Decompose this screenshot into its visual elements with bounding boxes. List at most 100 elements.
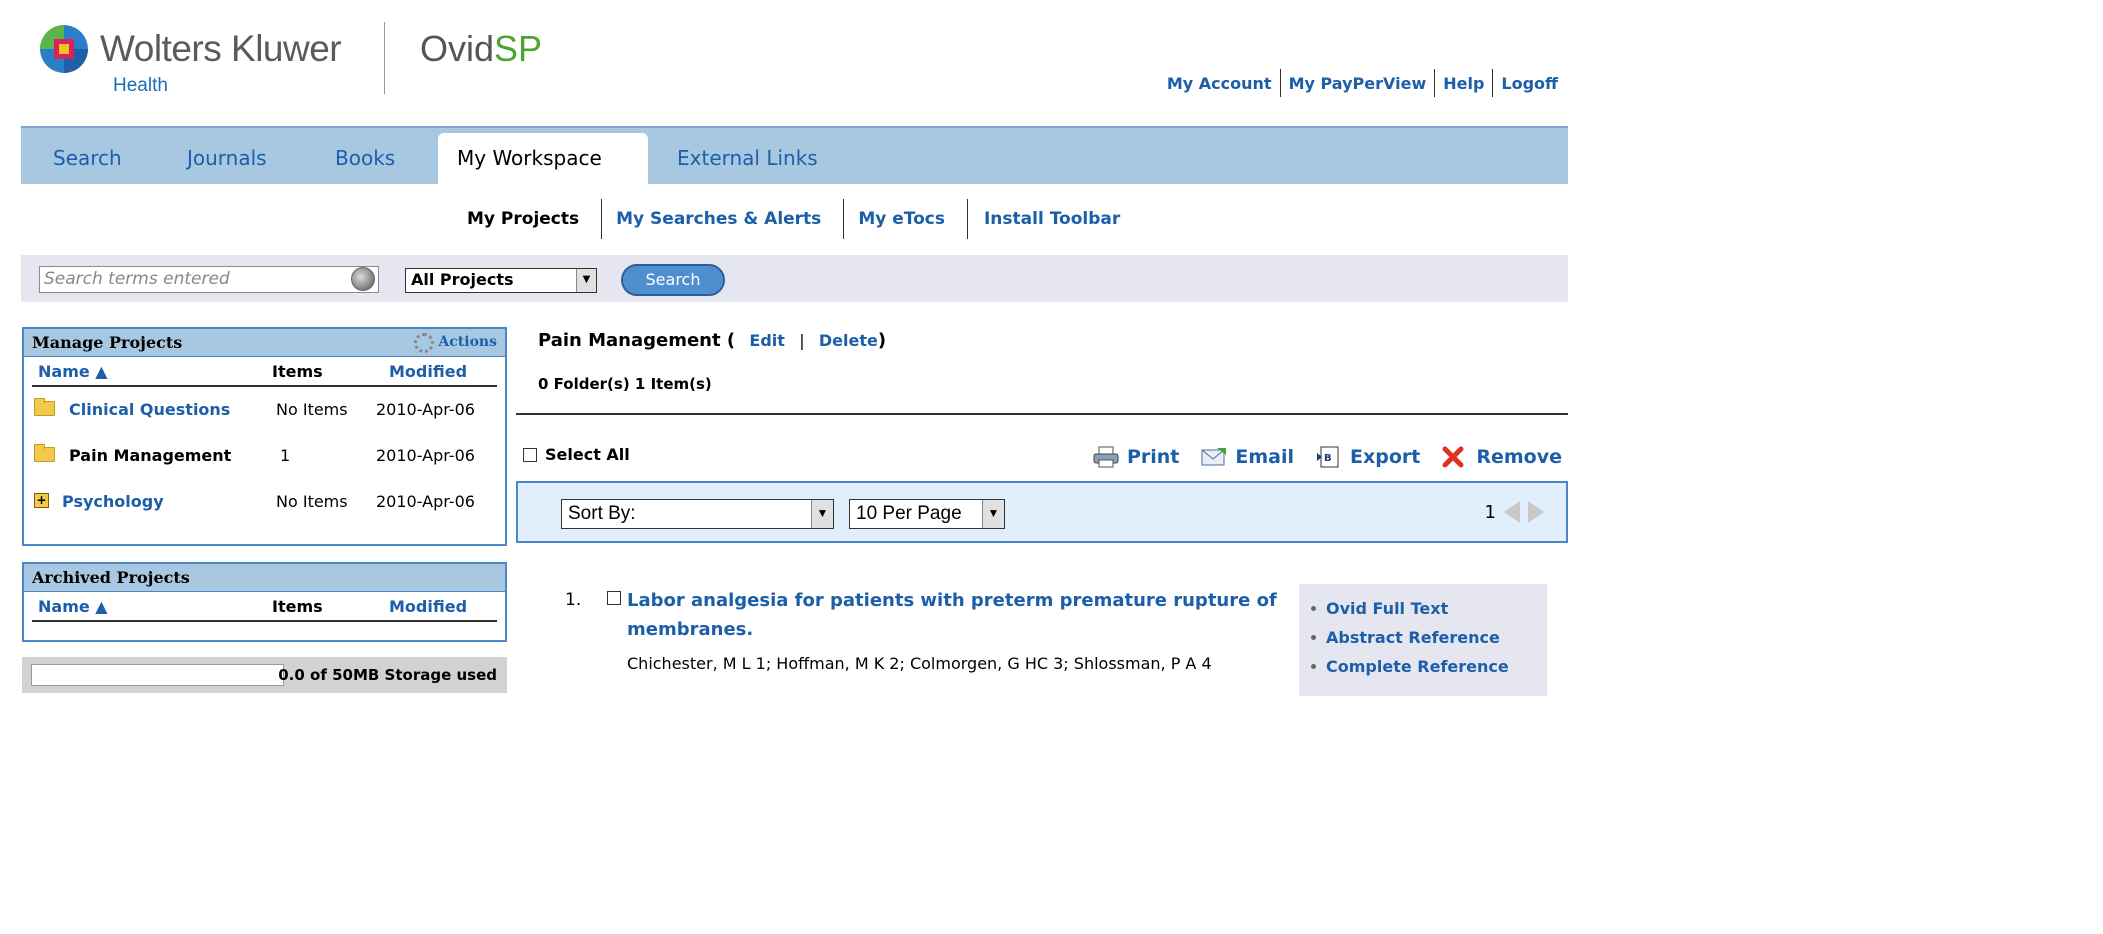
bullet-icon: [1311, 664, 1316, 669]
project-name-link[interactable]: Psychology: [62, 492, 164, 511]
project-summary: 0 Folder(s) 1 Item(s): [538, 375, 712, 393]
subnav-my-etocs[interactable]: My eTocs: [844, 209, 967, 229]
export-label: Export: [1350, 446, 1421, 468]
actions-menu[interactable]: Actions: [414, 329, 497, 356]
link-label: Complete Reference: [1326, 657, 1509, 676]
items-column-header: Items: [272, 597, 323, 616]
subnav-my-searches-alerts[interactable]: My Searches & Alerts: [602, 209, 843, 229]
result-number: 1.: [565, 590, 582, 610]
storage-text: 0.0 of 50MB Storage used: [278, 666, 497, 684]
tab-my-workspace[interactable]: My Workspace: [438, 133, 648, 186]
current-page: 1: [1484, 501, 1496, 523]
project-row[interactable]: + Psychology No Items 2010-Apr-06: [24, 479, 505, 525]
bullet-icon: [1311, 635, 1316, 640]
previous-page-icon[interactable]: [1504, 501, 1520, 523]
tab-books[interactable]: Books: [335, 146, 395, 170]
project-name-link[interactable]: Clinical Questions: [69, 400, 230, 419]
select-all-label: Select All: [545, 445, 630, 464]
tab-external-links[interactable]: External Links: [677, 146, 818, 170]
folder-icon: [34, 398, 55, 416]
sort-by-name-header[interactable]: Name ▲: [38, 597, 108, 616]
project-heading: Pain Management ( Edit | Delete): [538, 330, 886, 351]
chevron-down-icon: ▼: [982, 500, 1004, 528]
email-label: Email: [1235, 446, 1295, 468]
manage-projects-header: Manage Projects Actions: [24, 329, 505, 357]
per-page-value: 10 Per Page: [856, 503, 962, 524]
print-label: Print: [1126, 446, 1180, 468]
result-links-box: Ovid Full Text Abstract Reference Comple…: [1299, 584, 1547, 696]
pagination: 1: [1485, 501, 1544, 523]
result-actions-toolbar: Print Email B Export Remove: [1077, 446, 1562, 468]
project-row[interactable]: Pain Management 1 2010-Apr-06: [24, 433, 505, 479]
email-icon: [1201, 446, 1227, 468]
project-modified: 2010-Apr-06: [376, 446, 475, 465]
result-title-link[interactable]: Labor analgesia for patients with preter…: [627, 586, 1287, 644]
project-scope-value: All Projects: [411, 270, 514, 289]
project-row[interactable]: Clinical Questions No Items 2010-Apr-06: [24, 387, 505, 433]
complete-reference-link[interactable]: Complete Reference: [1311, 652, 1547, 681]
sort-bar: Sort By: ▼ 10 Per Page ▼ 1: [516, 481, 1568, 543]
project-modified: 2010-Apr-06: [376, 492, 475, 511]
subnav-install-toolbar[interactable]: Install Toolbar: [968, 209, 1120, 229]
expand-icon[interactable]: +: [34, 493, 49, 508]
my-payperview-link[interactable]: My PayPerView: [1281, 74, 1435, 93]
printer-icon: [1093, 446, 1119, 468]
remove-button[interactable]: Remove: [1442, 446, 1562, 468]
account-links: My Account My PayPerView Help Logoff: [1159, 69, 1558, 97]
delete-project-link[interactable]: Delete: [819, 331, 878, 350]
svg-text:B: B: [1324, 453, 1332, 464]
print-button[interactable]: Print: [1093, 446, 1179, 468]
paren: ): [877, 330, 887, 351]
project-name-link[interactable]: Pain Management: [69, 446, 231, 465]
sort-by-name-header[interactable]: Name ▲: [38, 362, 108, 381]
archived-projects-header: Archived Projects: [24, 564, 505, 592]
storage-progress-bar: [31, 664, 284, 686]
header-divider: [384, 22, 385, 94]
next-page-icon[interactable]: [1528, 501, 1544, 523]
project-items: No Items: [276, 400, 348, 419]
items-column-header: Items: [272, 362, 323, 381]
per-page-select[interactable]: 10 Per Page ▼: [849, 499, 1005, 529]
project-scope-select[interactable]: All Projects ▼: [405, 268, 597, 293]
help-link[interactable]: Help: [1435, 74, 1492, 93]
brand-suffix: SP: [494, 28, 543, 69]
project-modified: 2010-Apr-06: [376, 400, 475, 419]
project-items: 1: [280, 446, 291, 465]
select-all-checkbox[interactable]: [523, 448, 537, 462]
result-authors: Chichester, M L 1; Hoffman, M K 2; Colmo…: [627, 654, 1212, 673]
export-button[interactable]: B Export: [1316, 446, 1420, 468]
sort-by-select[interactable]: Sort By: ▼: [561, 499, 834, 529]
main-nav: Search Journals Books My Workspace Exter…: [21, 126, 1568, 186]
search-icon[interactable]: [351, 267, 375, 291]
abstract-reference-link[interactable]: Abstract Reference: [1311, 623, 1547, 652]
chevron-down-icon: ▼: [811, 500, 833, 528]
archived-projects-panel: Archived Projects Name ▲ Items Modified: [22, 562, 507, 642]
edit-project-link[interactable]: Edit: [749, 331, 785, 350]
logo-subtitle: Health: [113, 75, 168, 96]
ovid-full-text-link[interactable]: Ovid Full Text: [1311, 594, 1547, 623]
tab-search[interactable]: Search: [53, 146, 122, 170]
brand-prefix: Ovid: [420, 28, 495, 69]
logo-text: Wolters Kluwer: [100, 28, 342, 69]
separator: |: [799, 331, 805, 350]
search-button[interactable]: Search: [621, 264, 725, 296]
archived-projects-title: Archived Projects: [32, 568, 190, 587]
sort-by-modified-header[interactable]: Modified: [389, 597, 467, 616]
my-account-link[interactable]: My Account: [1159, 74, 1280, 93]
result-checkbox[interactable]: [607, 591, 621, 605]
search-input[interactable]: Search terms entered: [39, 266, 379, 293]
manage-projects-title: Manage Projects: [32, 333, 183, 352]
email-button[interactable]: Email: [1201, 446, 1294, 468]
manage-projects-columns: Name ▲ Items Modified: [32, 357, 497, 387]
gear-icon: [414, 332, 435, 353]
divider: [516, 413, 1568, 415]
subnav-my-projects[interactable]: My Projects: [467, 209, 601, 229]
bullet-icon: [1311, 606, 1316, 611]
sort-by-value: Sort By:: [568, 503, 636, 524]
tab-journals[interactable]: Journals: [187, 146, 267, 170]
manage-projects-panel: Manage Projects Actions Name ▲ Items Mod…: [22, 327, 507, 546]
search-bar: Search terms entered All Projects ▼ Sear…: [21, 255, 1568, 302]
sort-by-modified-header[interactable]: Modified: [389, 362, 467, 381]
logoff-link[interactable]: Logoff: [1493, 74, 1558, 93]
link-label: Abstract Reference: [1326, 628, 1500, 647]
